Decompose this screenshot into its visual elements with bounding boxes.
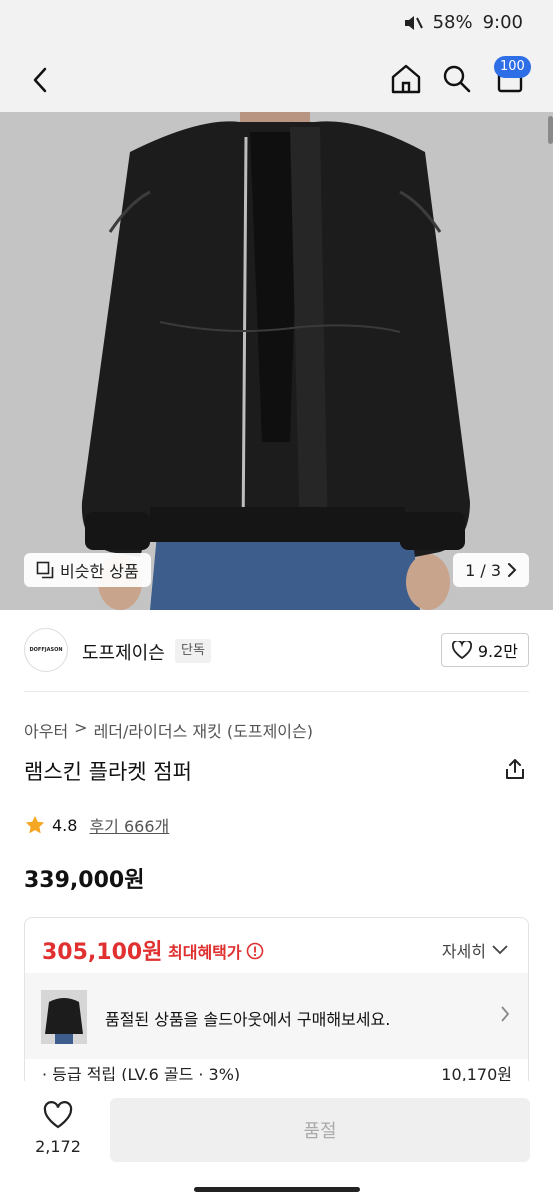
chevron-right-icon (508, 563, 517, 577)
app-header (0, 48, 553, 112)
battery-level: 58% (432, 12, 473, 33)
chevron-down-icon (492, 945, 508, 955)
exclusive-badge: 단독 (175, 639, 211, 663)
status-bar: 58% 9:00 (0, 0, 553, 48)
product-image-gallery[interactable] (0, 112, 553, 610)
breadcrumb-category[interactable]: 아우터 (24, 718, 68, 742)
review-count-link[interactable]: 후기 666개 (89, 813, 169, 837)
soldout-button[interactable]: 품절 (110, 1098, 530, 1162)
back-button[interactable] (22, 62, 58, 98)
product-price: 339,000원 (24, 868, 145, 893)
mute-icon (403, 14, 423, 32)
soldout-promo-row[interactable]: 품절된 상품을 솔드아웃에서 구매해보세요. (25, 973, 528, 1059)
status-indicators: 58% 9:00 (403, 12, 523, 33)
divider (24, 691, 529, 692)
brand-like-button[interactable]: 9.2만 (440, 633, 529, 667)
detail-toggle-button[interactable]: 자세히 (442, 938, 508, 962)
benefit-box: 305,100원 최대혜택가 자세히 품절된 상품을 솔드아웃에서 구매해보세요… (24, 917, 529, 1087)
heart-icon (43, 1101, 73, 1129)
heart-icon (451, 641, 472, 659)
chevron-right-icon (501, 1006, 510, 1022)
home-indicator (194, 1187, 360, 1192)
brand-like-count: 9.2만 (477, 642, 518, 661)
clock: 9:00 (482, 12, 523, 33)
wishlist-count: 2,172 (35, 1137, 81, 1156)
share-icon (506, 759, 524, 779)
product-photo (0, 112, 553, 610)
breadcrumb: 아우터 > 레더/라이더스 재킷 (도프제이슨) (24, 718, 313, 742)
rating-row: 4.8 후기 666개 (24, 813, 169, 837)
brand-logo[interactable]: DOFFJASON (24, 628, 68, 672)
max-benefit-label: 최대혜택가 (168, 943, 242, 962)
brand-logo-text: DOFFJASON (29, 647, 63, 653)
bottom-action-bar: 2,172 품절 (0, 1081, 553, 1200)
chevron-left-icon (33, 67, 47, 93)
product-title: 램스킨 플라켓 점퍼 (24, 760, 192, 784)
page-indicator-text: 1 / 3 (465, 560, 501, 580)
brand-name[interactable]: 도프제이슨 (82, 639, 165, 665)
search-button[interactable] (438, 60, 476, 98)
max-benefit-label-group: 최대혜택가 (168, 939, 264, 963)
wishlist-button[interactable]: 2,172 (28, 1101, 88, 1156)
soldout-message: 품절된 상품을 솔드아웃에서 구매해보세요. (105, 1010, 391, 1029)
max-benefit-price: 305,100원 (42, 940, 163, 965)
copy-icon (36, 561, 54, 579)
cart-count-badge: 100 (494, 56, 531, 78)
breadcrumb-subcategory[interactable]: 레더/라이더스 재킷 (도프제이슨) (94, 718, 313, 742)
home-button[interactable] (387, 60, 425, 98)
breadcrumb-separator: > (74, 718, 88, 737)
rating-value: 4.8 (52, 815, 78, 835)
similar-products-button[interactable]: 비슷한 상품 (24, 553, 151, 587)
detail-toggle-label: 자세히 (441, 942, 486, 961)
star-icon (25, 815, 45, 834)
home-icon (391, 64, 421, 94)
share-button[interactable] (503, 757, 529, 783)
soldout-thumbnail (41, 990, 87, 1044)
similar-products-label: 비슷한 상품 (60, 562, 139, 581)
search-icon (443, 65, 471, 93)
scrollbar-thumb[interactable] (548, 116, 553, 144)
info-icon[interactable] (246, 942, 264, 960)
image-page-indicator[interactable]: 1 / 3 (453, 553, 529, 587)
